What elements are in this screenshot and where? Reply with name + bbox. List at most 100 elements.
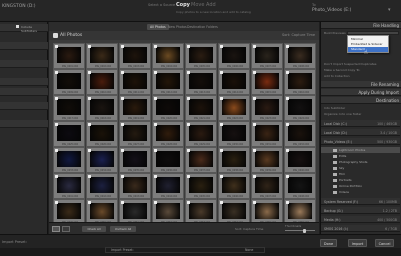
- source-row[interactable]: [0, 60, 48, 68]
- folder-row[interactable]: Videos: [321, 189, 400, 195]
- photo-thumbnail[interactable]: IMG_0003.CR2: [119, 43, 151, 69]
- into-subfolder-option[interactable]: Into Subfolder: [324, 106, 345, 110]
- select-all-checkbox[interactable]: [53, 33, 58, 38]
- thumbnail-size-slider[interactable]: [285, 230, 315, 231]
- photo-thumbnail[interactable]: IMG_0029.CR2: [185, 121, 217, 147]
- photo-checkbox[interactable]: [154, 175, 157, 178]
- photo-thumbnail[interactable]: IMG_0030.CR2: [218, 121, 250, 147]
- photo-thumbnail[interactable]: IMG_0023.CR2: [251, 95, 283, 121]
- photo-checkbox[interactable]: [121, 45, 124, 48]
- sort-dropdown[interactable]: Sort: Capture Time: [235, 227, 263, 231]
- photo-checkbox[interactable]: [253, 175, 256, 178]
- photo-thumbnail[interactable]: IMG_0028.CR2: [152, 121, 184, 147]
- drive-row[interactable]: Local Disk (C:) 100 / 465GB: [321, 120, 400, 127]
- source-row[interactable]: [0, 78, 48, 86]
- source-row[interactable]: [0, 42, 48, 50]
- photo-thumbnail[interactable]: IMG_0004.CR2: [152, 43, 184, 69]
- cancel-button[interactable]: Cancel: [375, 239, 394, 247]
- chevron-down-icon[interactable]: ▾: [388, 7, 391, 13]
- photo-thumbnail[interactable]: IMG_0048.CR2: [284, 173, 316, 199]
- photo-checkbox[interactable]: [286, 97, 289, 100]
- photo-checkbox[interactable]: [220, 175, 223, 178]
- photo-thumbnail[interactable]: IMG_0007.CR2: [251, 43, 283, 69]
- photo-checkbox[interactable]: [253, 149, 256, 152]
- photo-checkbox[interactable]: [88, 97, 91, 100]
- photo-checkbox[interactable]: [220, 201, 223, 204]
- photo-thumbnail[interactable]: IMG_0040.CR2: [284, 147, 316, 173]
- photo-checkbox[interactable]: [187, 123, 190, 126]
- source-title[interactable]: KINGSTON (D:): [2, 4, 36, 9]
- photo-checkbox[interactable]: [88, 175, 91, 178]
- drive-row[interactable]: Media (H:) 400 / 500GB: [321, 216, 400, 223]
- photo-checkbox[interactable]: [253, 71, 256, 74]
- mode-copy[interactable]: Copy: [176, 2, 190, 8]
- photo-checkbox[interactable]: [154, 201, 157, 204]
- photo-thumbnail[interactable]: IMG_0010.CR2: [86, 69, 118, 95]
- photo-thumbnail[interactable]: IMG_0013.CR2: [185, 69, 217, 95]
- photo-checkbox[interactable]: [154, 45, 157, 48]
- photo-checkbox[interactable]: [187, 71, 190, 74]
- photo-checkbox[interactable]: [187, 175, 190, 178]
- photo-checkbox[interactable]: [55, 149, 58, 152]
- photo-thumbnail[interactable]: IMG_0027.CR2: [119, 121, 151, 147]
- photo-thumbnail[interactable]: IMG_0043.CR2: [119, 173, 151, 199]
- photo-checkbox[interactable]: [286, 71, 289, 74]
- photo-thumbnail[interactable]: IMG_0024.CR2: [284, 95, 316, 121]
- photo-checkbox[interactable]: [253, 97, 256, 100]
- photo-checkbox[interactable]: [154, 71, 157, 74]
- photo-checkbox[interactable]: [286, 149, 289, 152]
- photo-checkbox[interactable]: [121, 71, 124, 74]
- photo-checkbox[interactable]: [286, 123, 289, 126]
- photo-checkbox[interactable]: [88, 149, 91, 152]
- photo-checkbox[interactable]: [121, 201, 124, 204]
- photo-checkbox[interactable]: [286, 45, 289, 48]
- photo-checkbox[interactable]: [286, 201, 289, 204]
- photo-checkbox[interactable]: [154, 97, 157, 100]
- photo-thumbnail[interactable]: IMG_0038.CR2: [218, 147, 250, 173]
- photo-thumbnail[interactable]: IMG_0033.CR2: [53, 147, 85, 173]
- photo-checkbox[interactable]: [286, 175, 289, 178]
- destination-title[interactable]: Photo_Videos (E:): [312, 8, 351, 13]
- photo-checkbox[interactable]: [88, 45, 91, 48]
- sort-label[interactable]: Sort: Capture Time: [282, 33, 315, 37]
- photo-thumbnail[interactable]: IMG_0026.CR2: [86, 121, 118, 147]
- photo-thumbnail[interactable]: IMG_0019.CR2: [119, 95, 151, 121]
- photo-checkbox[interactable]: [154, 149, 157, 152]
- photo-thumbnail[interactable]: IMG_0022.CR2: [218, 95, 250, 121]
- organize-option[interactable]: Organize: Into one folder: [324, 112, 361, 116]
- photo-thumbnail[interactable]: IMG_0018.CR2: [86, 95, 118, 121]
- photo-thumbnail[interactable]: IMG_0032.CR2: [284, 121, 316, 147]
- photo-checkbox[interactable]: [88, 71, 91, 74]
- mode-add[interactable]: Add: [206, 2, 216, 8]
- photo-checkbox[interactable]: [220, 45, 223, 48]
- photo-thumbnail[interactable]: IMG_0011.CR2: [119, 69, 151, 95]
- photo-checkbox[interactable]: [55, 97, 58, 100]
- photo-thumbnail[interactable]: IMG_0041.CR2: [53, 173, 85, 199]
- photo-checkbox[interactable]: [253, 123, 256, 126]
- photo-thumbnail[interactable]: IMG_0034.CR2: [86, 147, 118, 173]
- photo-thumbnail[interactable]: IMG_0009.CR2: [53, 69, 85, 95]
- source-row[interactable]: [0, 88, 48, 96]
- loupe-view-icon[interactable]: [62, 226, 70, 232]
- dropdown-option-standard[interactable]: Standard: [348, 47, 388, 52]
- photo-thumbnail[interactable]: IMG_0006.CR2: [218, 43, 250, 69]
- drive-row[interactable]: SMOS 2016 (I:) 6 / 7GB: [321, 225, 400, 232]
- drive-row[interactable]: System Reserved (F:) 66 / 100MB: [321, 198, 400, 205]
- source-row[interactable]: [0, 102, 48, 110]
- photo-checkbox[interactable]: [55, 175, 58, 178]
- photo-checkbox[interactable]: [220, 149, 223, 152]
- photo-checkbox[interactable]: [253, 201, 256, 204]
- photo-checkbox[interactable]: [220, 97, 223, 100]
- photo-thumbnail[interactable]: IMG_0002.CR2: [86, 43, 118, 69]
- photo-thumbnail[interactable]: IMG_0031.CR2: [251, 121, 283, 147]
- photo-checkbox[interactable]: [55, 201, 58, 204]
- photo-checkbox[interactable]: [220, 71, 223, 74]
- photo-thumbnail[interactable]: IMG_0036.CR2: [152, 147, 184, 173]
- photo-thumbnail[interactable]: IMG_0044.CR2: [152, 173, 184, 199]
- drive-row[interactable]: Backup (G:) 1.2 / 2TB: [321, 207, 400, 214]
- photo-checkbox[interactable]: [121, 175, 124, 178]
- photo-checkbox[interactable]: [220, 123, 223, 126]
- file-renaming-header[interactable]: File Renaming: [321, 81, 401, 88]
- file-handling-header[interactable]: File Handling: [321, 22, 401, 29]
- photo-thumbnail[interactable]: IMG_0005.CR2: [185, 43, 217, 69]
